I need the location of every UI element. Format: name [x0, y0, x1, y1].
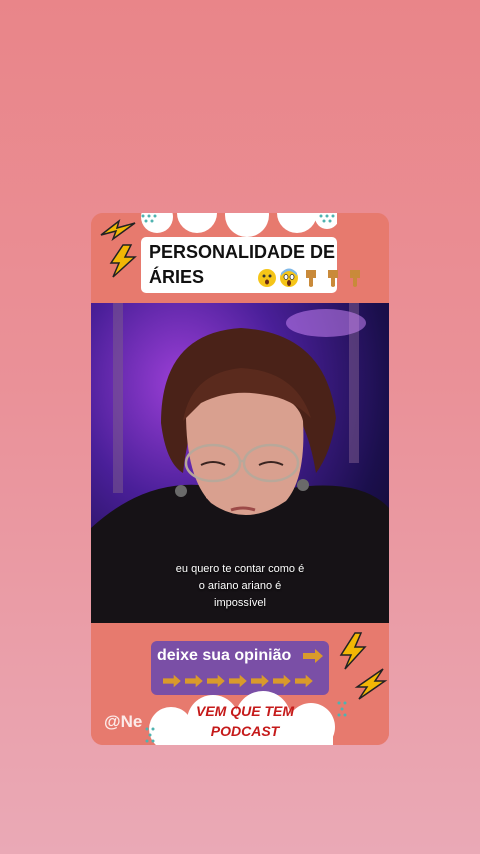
pointing-right-icon	[185, 674, 203, 688]
pointing-right-icon	[207, 674, 225, 688]
podcast-line-1: VEM QUE TEM	[195, 703, 294, 719]
pointing-down-icon	[306, 270, 316, 287]
podcast-line-2: PODCAST	[210, 723, 280, 739]
subtitle-line-1: eu quero te contar como é	[175, 563, 305, 575]
hands-row	[161, 673, 313, 689]
astonished-face-icon	[258, 269, 276, 287]
comment-prompt[interactable]: deixe sua opinião	[151, 641, 329, 695]
pointing-right-icon	[295, 674, 313, 688]
lightning-icon	[100, 218, 136, 241]
lightning-icon	[339, 632, 367, 670]
pointing-right-icon	[273, 674, 291, 688]
pointing-down-icon	[350, 270, 360, 287]
title-line-2: ÁRIES	[149, 267, 205, 287]
lightning-icon	[354, 668, 388, 700]
title-box: PERSONALIDADE DE ÁRIES	[143, 239, 360, 291]
reel-card[interactable]: PERSONALIDADE DE ÁRIES eu quero te conta…	[91, 213, 389, 745]
comment-prompt-label: deixe sua opinião	[157, 647, 292, 664]
halftone-dots-top	[141, 214, 335, 223]
pointing-down-icon	[328, 270, 338, 287]
video-player[interactable]: eu quero te contar como é o ariano arian…	[91, 303, 389, 623]
pointing-right-icon	[163, 674, 181, 688]
pointing-right-icon	[251, 674, 269, 688]
title-line-1: PERSONALIDADE DE	[149, 242, 336, 262]
screaming-face-icon	[280, 268, 298, 287]
subtitle-line-2: o ariano ariano é	[198, 580, 282, 592]
subtitle-line-3: impossível	[214, 597, 266, 609]
lightning-icon	[109, 244, 137, 278]
emoji-row	[257, 268, 365, 288]
channel-watermark: @Ne	[104, 712, 143, 731]
pointing-right-icon	[303, 649, 323, 663]
podcast-promo: VEM QUE TEM PODCAST	[185, 701, 305, 741]
pointing-right-icon	[229, 674, 247, 688]
